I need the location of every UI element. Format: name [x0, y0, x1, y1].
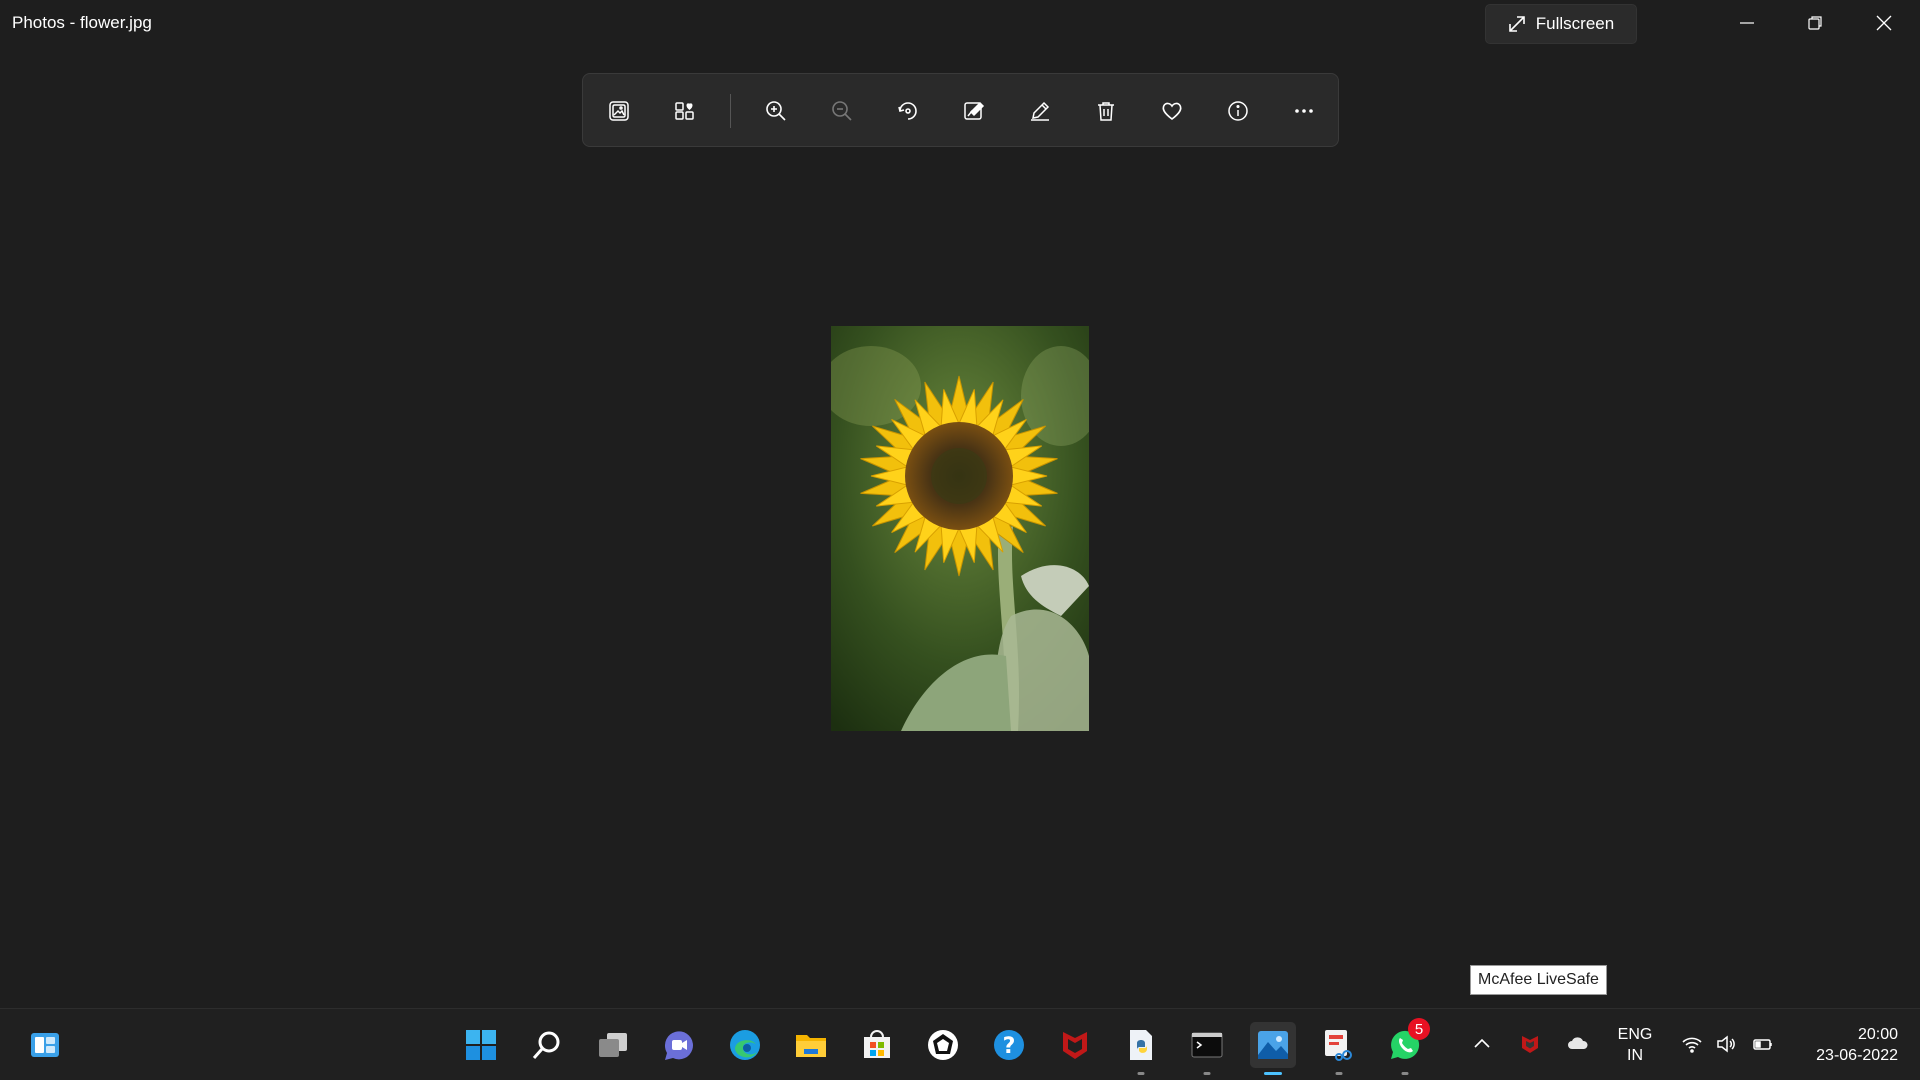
favorite-button[interactable] [1153, 92, 1191, 130]
info-button[interactable] [1219, 92, 1257, 130]
show-hidden-icons-button[interactable] [1467, 1029, 1497, 1059]
notification-badge: 5 [1408, 1018, 1430, 1040]
battery-button[interactable] [1748, 1029, 1778, 1059]
python-button[interactable] [1118, 1022, 1164, 1075]
widgets-icon [31, 1033, 59, 1057]
delete-icon [1098, 102, 1114, 121]
cloud-icon [1568, 1037, 1588, 1049]
active-indicator [1264, 1072, 1282, 1075]
clock[interactable]: 20:00 23-06-2022 [1790, 1024, 1898, 1066]
volume-icon [1717, 1035, 1735, 1053]
toolbar-separator [730, 94, 731, 128]
terminal-button[interactable] [1184, 1022, 1230, 1075]
region-code: IN [1627, 1047, 1643, 1064]
minimize-icon [1740, 22, 1754, 24]
rotate-button[interactable] [889, 92, 927, 130]
delete-button[interactable] [1087, 92, 1125, 130]
draw-icon [1031, 101, 1050, 121]
clock-date: 23-06-2022 [1816, 1047, 1898, 1064]
python-icon [1130, 1030, 1152, 1060]
albums-icon [675, 102, 694, 120]
whatsapp-button[interactable]: 5 [1382, 1018, 1430, 1075]
clock-time: 20:00 [1857, 1026, 1898, 1043]
info-icon [1228, 101, 1248, 121]
start-icon [466, 1030, 496, 1060]
draw-button[interactable] [1021, 92, 1059, 130]
tray-tooltip: McAfee LiveSafe [1470, 965, 1607, 995]
running-indicator [1137, 1072, 1145, 1075]
file-explorer-icon [796, 1035, 826, 1057]
chat-icon [664, 1031, 693, 1060]
fullscreen-label: Fullscreen [1535, 14, 1615, 33]
view-image-button[interactable] [600, 92, 638, 130]
rotate-icon [898, 102, 917, 120]
photos-window: Photos - flower.jpg Fullscreen [0, 0, 1920, 1008]
terminal-icon [1191, 1032, 1223, 1058]
displayed-photo [831, 326, 1089, 731]
taskbar: ? 5 ENG IN 20:00 23-06-2022 [0, 1008, 1920, 1080]
close-button[interactable] [1850, 0, 1918, 46]
minimize-button[interactable] [1713, 0, 1781, 46]
more-button[interactable] [1285, 92, 1323, 130]
widgets-button[interactable] [22, 1022, 68, 1068]
help-icon: ? [994, 1030, 1024, 1060]
file-explorer-button[interactable] [788, 1022, 834, 1068]
language-indicator[interactable]: ENG IN [1614, 1024, 1656, 1066]
running-indicator [1335, 1072, 1343, 1075]
snipping-tool-button[interactable] [1316, 1022, 1362, 1075]
task-view-icon [599, 1033, 627, 1057]
mcafee-tray-button[interactable] [1515, 1029, 1545, 1059]
zoom-out-icon [832, 101, 852, 121]
image-toolbar [582, 73, 1339, 147]
app-button[interactable] [920, 1022, 966, 1068]
help-button[interactable]: ? [986, 1022, 1032, 1068]
edit-image-button[interactable] [955, 92, 993, 130]
edit-image-icon [964, 101, 985, 120]
chevron-up-icon [1474, 1038, 1490, 1048]
favorite-icon [1162, 102, 1182, 121]
start-button[interactable] [458, 1022, 504, 1068]
photos-button[interactable] [1250, 1022, 1296, 1075]
running-indicator [1401, 1072, 1409, 1075]
battery-icon [1753, 1039, 1772, 1050]
onedrive-button[interactable] [1563, 1029, 1593, 1059]
search-button[interactable] [524, 1022, 570, 1068]
mcafee-icon [1063, 1032, 1087, 1059]
volume-button[interactable] [1711, 1029, 1741, 1059]
unknown-app-icon [928, 1030, 958, 1060]
svg-text:?: ? [1003, 1034, 1016, 1059]
albums-button[interactable] [666, 92, 704, 130]
more-icon [1295, 109, 1313, 113]
store-button[interactable] [854, 1022, 900, 1068]
zoom-in-icon [766, 101, 786, 121]
wifi-button[interactable] [1677, 1029, 1707, 1059]
view-image-icon [609, 101, 629, 121]
restore-button[interactable] [1781, 0, 1849, 46]
store-icon [864, 1030, 890, 1058]
language-code: ENG [1617, 1026, 1653, 1043]
close-icon [1876, 15, 1892, 31]
expand-icon [1508, 16, 1525, 32]
zoom-in-button[interactable] [757, 92, 795, 130]
zoom-out-button[interactable] [823, 92, 861, 130]
running-indicator [1203, 1072, 1211, 1075]
mcafee-tray-icon [1522, 1036, 1538, 1053]
window-title: Photos - flower.jpg [12, 13, 152, 32]
photos-icon [1258, 1031, 1288, 1059]
wifi-icon [1682, 1037, 1702, 1053]
edge-icon [730, 1030, 760, 1060]
sunflower-image [831, 326, 1089, 731]
fullscreen-button[interactable]: Fullscreen [1485, 4, 1637, 44]
search-icon [532, 1031, 560, 1059]
restore-icon [1808, 16, 1822, 30]
snipping-tool-icon [1325, 1030, 1352, 1061]
task-view-button[interactable] [590, 1022, 636, 1068]
chat-button[interactable] [656, 1022, 702, 1068]
edge-button[interactable] [722, 1022, 768, 1068]
mcafee-button[interactable] [1052, 1022, 1098, 1068]
